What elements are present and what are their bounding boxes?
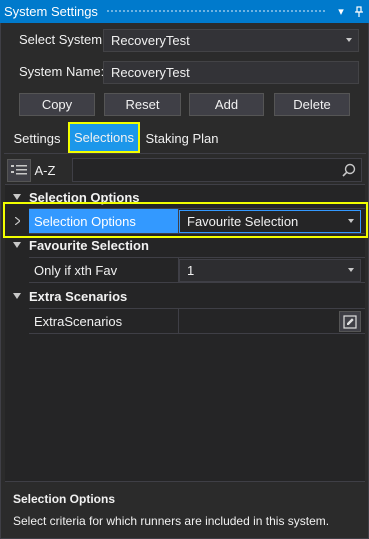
- highlight-outline: [3, 202, 368, 238]
- tab-selections[interactable]: Selections: [68, 122, 140, 153]
- description-text: Select criteria for which runners are in…: [13, 514, 330, 528]
- select-system-label: Select System:: [19, 32, 106, 47]
- alphabetical-sort-button[interactable]: A-Z: [31, 159, 59, 182]
- only-if-xth-fav-value: 1: [187, 263, 195, 278]
- category-label: Favourite Selection: [29, 237, 149, 253]
- category-extra-scenarios[interactable]: Extra Scenarios: [5, 285, 365, 307]
- tab-divider: [4, 153, 366, 154]
- property-row-extra-scenarios[interactable]: ExtraScenarios: [5, 308, 365, 334]
- category-label: Extra Scenarios: [29, 288, 128, 304]
- tab-staking-plan[interactable]: Staking Plan: [144, 125, 220, 151]
- title-bar[interactable]: System Settings ▾: [0, 0, 369, 23]
- categorized-view-icon[interactable]: [7, 158, 31, 182]
- select-system-value: RecoveryTest: [111, 33, 190, 48]
- property-name: Only if xth Fav: [29, 257, 179, 283]
- search-input[interactable]: [72, 158, 362, 182]
- add-button[interactable]: Add: [189, 93, 264, 116]
- tab-settings[interactable]: Settings: [8, 125, 66, 151]
- copy-button[interactable]: Copy: [19, 93, 95, 116]
- search-icon[interactable]: [342, 163, 356, 180]
- property-value-cell: 1: [179, 257, 365, 283]
- system-name-field[interactable]: RecoveryTest: [103, 61, 359, 84]
- only-if-xth-fav-dropdown[interactable]: 1: [179, 259, 361, 282]
- edit-icon[interactable]: [339, 311, 361, 332]
- property-name: ExtraScenarios: [29, 308, 179, 334]
- collapse-icon[interactable]: [5, 242, 29, 248]
- property-value-cell: [179, 308, 365, 334]
- collapse-icon[interactable]: [5, 194, 29, 200]
- description-panel: Selection Options Select criteria for wh…: [5, 481, 365, 535]
- chevron-down-icon: [348, 268, 354, 272]
- window-title: System Settings: [4, 4, 98, 19]
- property-row-only-if-xth-fav[interactable]: Only if xth Fav 1: [5, 257, 365, 283]
- collapse-icon[interactable]: [5, 293, 29, 299]
- select-system-dropdown[interactable]: RecoveryTest: [103, 29, 359, 52]
- title-bar-grip: [105, 9, 327, 14]
- system-name-label: System Name:: [19, 64, 105, 79]
- chevron-down-icon: [346, 38, 352, 42]
- description-title: Selection Options: [13, 492, 116, 506]
- system-name-value: RecoveryTest: [111, 65, 190, 80]
- delete-button[interactable]: Delete: [274, 93, 350, 116]
- pin-icon[interactable]: [351, 4, 367, 20]
- reset-button[interactable]: Reset: [104, 93, 181, 116]
- dropdown-icon[interactable]: ▾: [333, 4, 349, 20]
